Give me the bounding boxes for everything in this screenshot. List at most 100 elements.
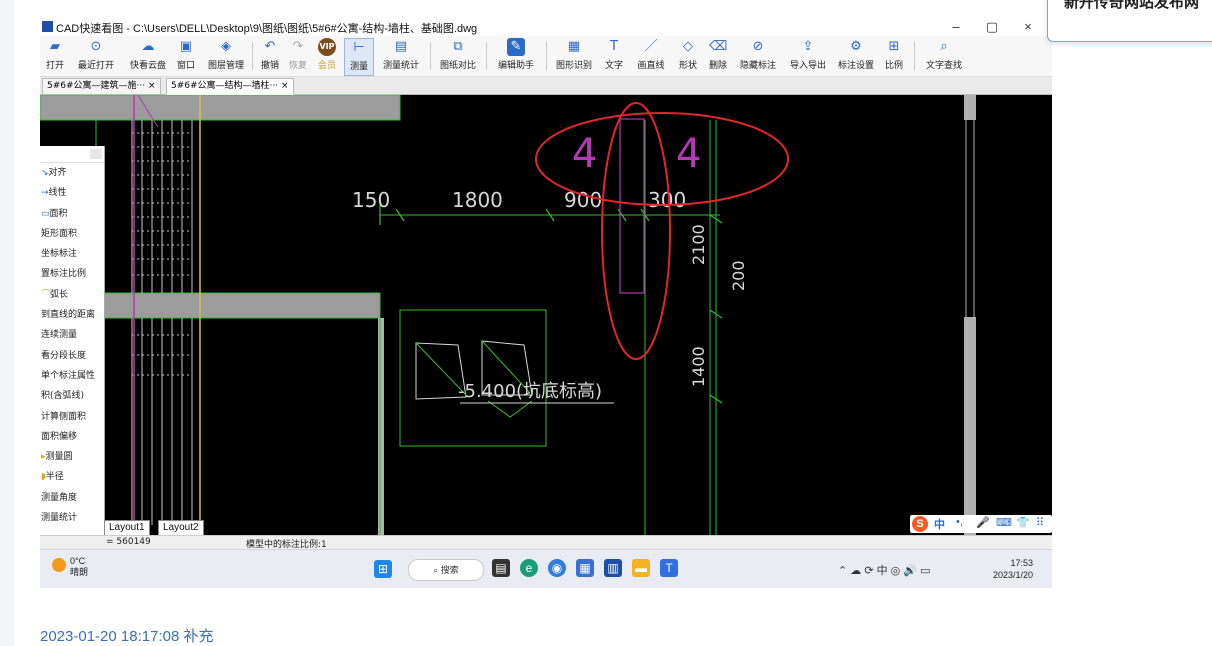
search-icon: ⌕ [940, 39, 948, 54]
tab-structure[interactable]: 5#6#公寓—结构—墙柱··· × [166, 78, 294, 95]
panel-close-icon[interactable] [90, 149, 102, 159]
toolbar-text-search-button[interactable]: ⌕ 文字查找 [922, 38, 966, 74]
tab-layout2[interactable]: Layout2 [158, 520, 204, 536]
toolbar-import-export-button[interactable]: ⇪ 导入导出 [786, 38, 830, 74]
line-icon: ／ [644, 39, 658, 54]
toolbar-measure-stats-button[interactable]: ▤ 测量统计 [378, 38, 424, 74]
toolbar-hide-marks-button[interactable]: ⊘ 隐藏标注 [736, 38, 780, 74]
temperature: 0°C [70, 556, 86, 566]
text-app-icon[interactable]: T [660, 559, 678, 577]
maximize-button[interactable]: ▢ [976, 18, 1008, 36]
toolbar-recent-button[interactable]: ⊙ 最近打开 [74, 38, 118, 74]
edge-icon[interactable]: e [520, 559, 538, 577]
clock[interactable]: 17:53 2023/1/20 [993, 557, 1033, 581]
toolbar-measure-button[interactable]: ⊢ 测量 [344, 38, 374, 76]
title-bar: CAD快速看图 - C:\Users\DELL\Desktop\9\图纸\图纸\… [40, 18, 1052, 36]
compare-icon: ⧉ [453, 39, 463, 54]
shape-icon: ◇ [683, 39, 693, 54]
panel-item-mark-properties[interactable]: 单个标注属性 [40, 366, 104, 386]
panel-item-area[interactable]: ▭面积 [40, 204, 104, 224]
toolbar-compare-button[interactable]: ⧉ 图纸对比 [436, 38, 480, 74]
dim-1400: 1400 [689, 346, 708, 387]
panel-item-align[interactable]: ↘对齐 [40, 163, 104, 183]
panel-item-arc-area[interactable]: 积(含弧线) [40, 386, 104, 406]
toolbar-cloud-button[interactable]: ☁ 快看云盘 [126, 38, 170, 74]
task-view-icon[interactable]: ▤ [492, 559, 510, 577]
undo-icon: ↶ [264, 39, 276, 54]
panel-item-angle[interactable]: 测量角度 [40, 488, 104, 508]
toolbox-icon[interactable]: ⠿ [1036, 516, 1044, 529]
toolbar-open-button[interactable]: ▰ 打开 [42, 38, 68, 74]
minimize-button[interactable]: – [940, 18, 972, 36]
linear-icon: → [41, 188, 49, 199]
browser-icon[interactable]: ◉ [548, 559, 566, 577]
stats-icon: ▤ [394, 39, 408, 54]
toolbar-divider [430, 42, 431, 70]
panel-item-circle[interactable]: ▸测量圆 [40, 447, 104, 467]
panel-item-stats[interactable]: 测量统计 [40, 508, 104, 528]
arc-icon: ⌒ [41, 289, 51, 300]
close-button[interactable]: × [1012, 18, 1044, 36]
text-icon: T [610, 39, 618, 54]
cad-drawing: 150 1800 900 300 2100 200 1400 4 4 -5.40… [40, 95, 976, 535]
toolbar-layers-button[interactable]: ◈ 图层管理 [204, 38, 248, 74]
clock-icon: ⊙ [90, 39, 102, 54]
taskbar-search[interactable]: ⌕ 搜索 [408, 559, 484, 581]
keyboard-icon[interactable]: ⌨ [996, 516, 1012, 529]
microphone-icon[interactable]: 🎤 [976, 516, 990, 529]
ime-punct-icon[interactable]: •, [956, 516, 963, 528]
panel-item-segment-length[interactable]: 看分段长度 [40, 346, 104, 366]
window-icon: ▣ [179, 39, 193, 54]
toolbar-line-button[interactable]: ／画直线 [634, 38, 668, 74]
hatch-grid [131, 120, 193, 525]
panel-item-arc-length[interactable]: ⌒弧长 [40, 285, 104, 305]
toolbar-shape-button[interactable]: ◇ 形状 [676, 38, 700, 74]
panel-item-area-offset[interactable]: 面积偏移 [40, 427, 104, 447]
cad-app-icon[interactable]: ▥ [604, 559, 622, 577]
file-explorer-icon[interactable]: ▬ [632, 559, 650, 577]
scale-icon: ⊞ [888, 39, 900, 54]
sogou-logo-icon: S [912, 516, 928, 532]
dimension-texts: 150 1800 900 300 2100 200 1400 [352, 188, 748, 387]
tab-layout1[interactable]: Layout1 [104, 520, 150, 536]
panel-item-coordinate[interactable]: 坐标标注 [40, 244, 104, 264]
dim-300: 300 [648, 188, 686, 212]
app-icon[interactable]: ▦ [576, 559, 594, 577]
panel-item-line-distance[interactable]: 到直线的距离 [40, 305, 104, 325]
import-export-icon: ⇪ [802, 39, 814, 54]
tab-architecture[interactable]: 5#6#公寓—建筑—施··· × [42, 78, 161, 95]
tray-icons[interactable]: ⌃ ☁ ⟳ 中 ◎ 🔊 ▭ [838, 562, 930, 578]
wall-band [40, 95, 400, 120]
shape-recognition-icon: ▦ [567, 39, 581, 54]
toolbar: ▰ 打开 ⊙ 最近打开 ☁ 快看云盘 ▣ 窗口 ◈ 图层管理 ↶ 撤销 ↷ 恢复 VIP 会员 … [40, 36, 1052, 77]
start-icon[interactable]: ⊞ [374, 560, 392, 578]
drawing-canvas[interactable]: 150 1800 900 300 2100 200 1400 4 4 -5.40… [40, 95, 1052, 535]
skin-icon[interactable]: 👕 [1016, 516, 1030, 529]
toolbar-divider [546, 42, 547, 70]
toolbar-divider [252, 42, 253, 70]
panel-item-continuous[interactable]: 连续测量 [40, 325, 104, 345]
panel-item-side-area[interactable]: 计算侧面积 [40, 407, 104, 427]
toolbar-shape-recog-button[interactable]: ▦ 图形识别 [552, 38, 596, 74]
corner-popup[interactable]: 新开传奇网站发布网 [1047, 0, 1212, 42]
toolbar-edit-helper-button[interactable]: ✎ 编辑助手 [492, 38, 540, 74]
panel-item-rect-area[interactable]: 矩形面积 [40, 224, 104, 244]
panel-item-set-scale[interactable]: 置标注比例 [40, 264, 104, 284]
toolbar-redo-button[interactable]: ↷ 恢复 [286, 38, 310, 74]
toolbar-undo-button[interactable]: ↶ 撤销 [258, 38, 282, 74]
post-container: CAD快速看图 - C:\Users\DELL\Desktop\9\图纸\图纸\… [0, 0, 1212, 646]
panel-item-radius[interactable]: ◗半径 [40, 467, 104, 487]
window-title: CAD快速看图 - C:\Users\DELL\Desktop\9\图纸\图纸\… [56, 23, 478, 35]
dim-200: 200 [729, 260, 748, 291]
toolbar-vip-button[interactable]: VIP 会员 [314, 38, 340, 74]
edit-helper-icon: ✎ [507, 38, 525, 56]
taskbar: 0°C 晴朗 ⊞ ⌕ 搜索 ▤ e ◉ ▦ ▥ ▬ T ⌃ ☁ ⟳ 中 ◎ 🔊 ▭… [40, 549, 1052, 588]
ime-mode-button[interactable]: 中 [934, 516, 945, 532]
toolbar-scale-button[interactable]: ⊞ 比例 [882, 38, 906, 74]
document-tabs: 5#6#公寓—建筑—施··· × 5#6#公寓—结构—墙柱··· × [40, 77, 1052, 95]
toolbar-mark-settings-button[interactable]: ⚙ 标注设置 [834, 38, 878, 74]
panel-item-linear[interactable]: →线性 [40, 183, 104, 203]
toolbar-text-button[interactable]: T 文字 [602, 38, 626, 74]
toolbar-window-button[interactable]: ▣ 窗口 [174, 38, 198, 74]
toolbar-delete-button[interactable]: ⌫ 删除 [706, 38, 730, 74]
